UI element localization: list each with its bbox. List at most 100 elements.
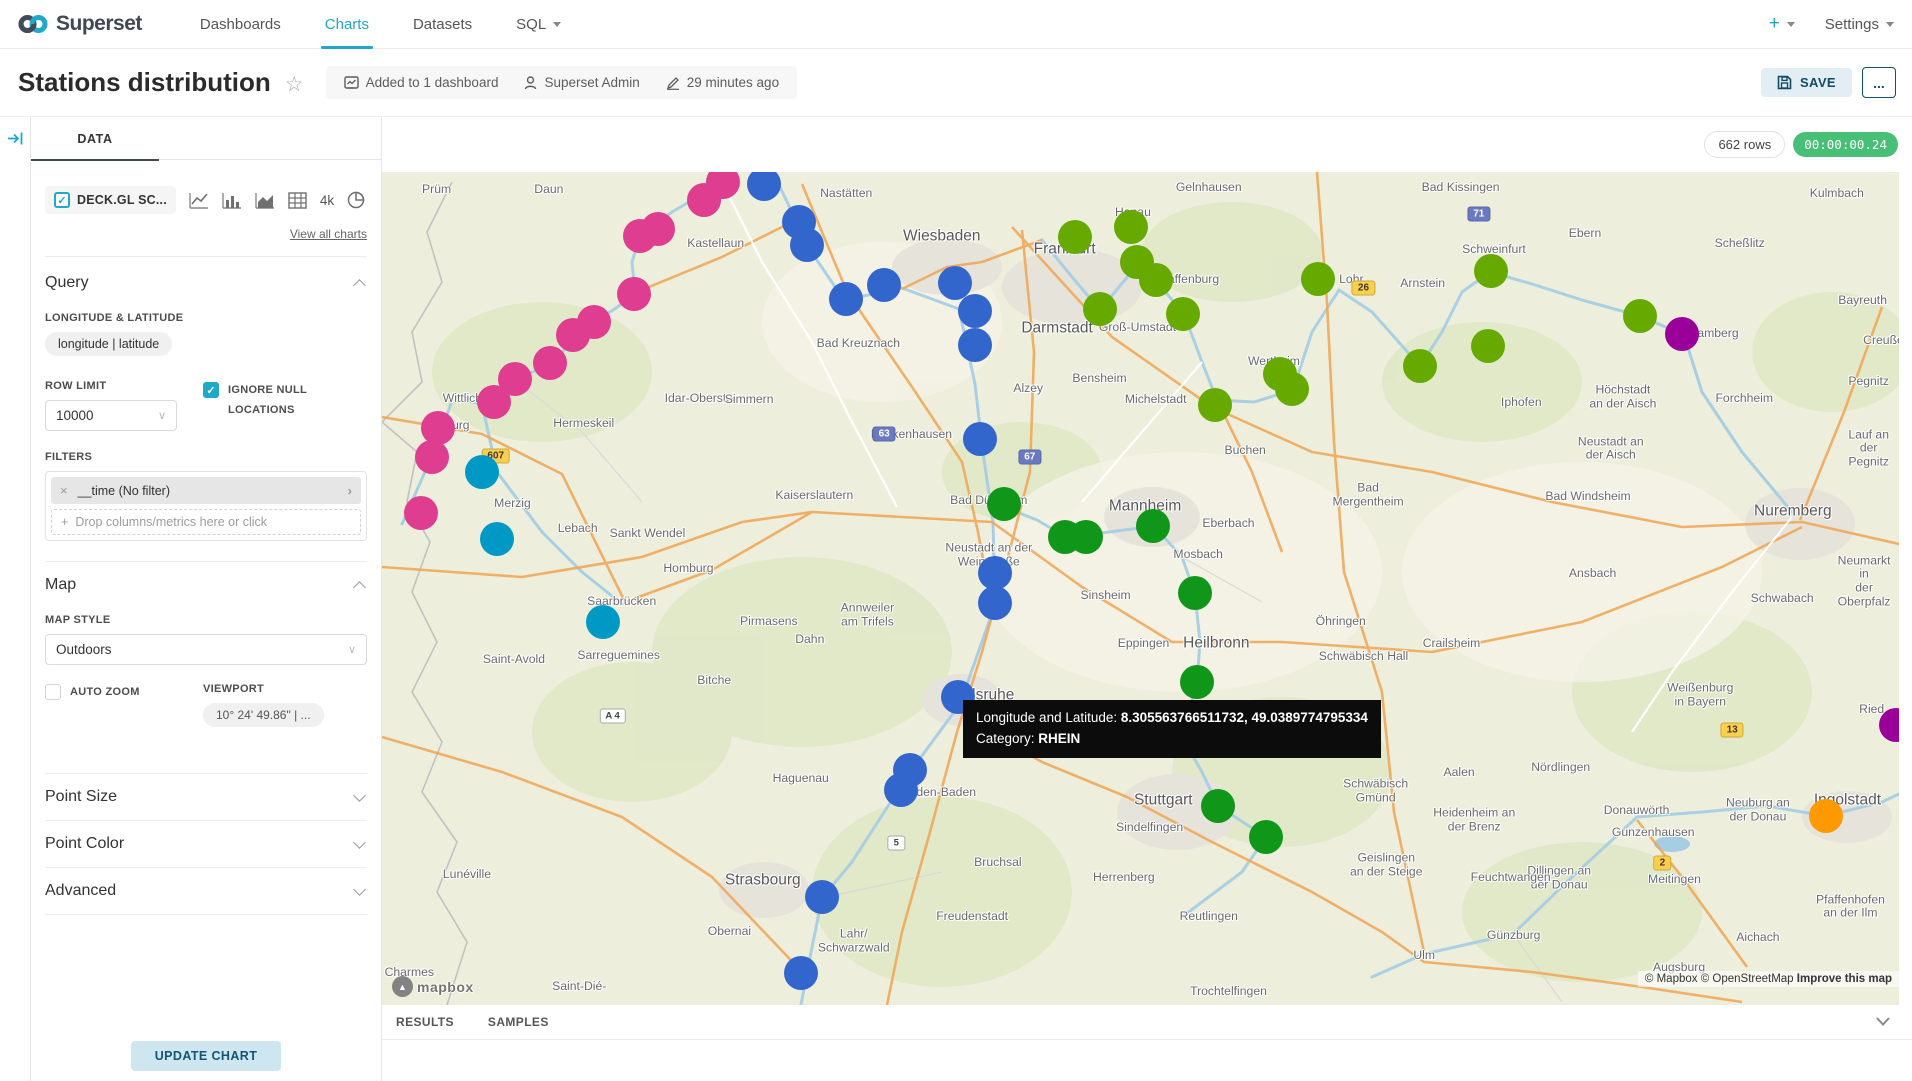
- tab-data[interactable]: DATA: [31, 117, 159, 160]
- station-point[interactable]: [415, 440, 449, 474]
- table-chart-icon[interactable]: [288, 192, 307, 209]
- nav-item-sql[interactable]: SQL: [494, 0, 583, 49]
- station-point[interactable]: [1474, 254, 1508, 288]
- section-title: Point Color: [45, 835, 124, 853]
- station-point[interactable]: [1301, 262, 1335, 296]
- station-point[interactable]: [1879, 708, 1899, 742]
- station-point[interactable]: [784, 956, 818, 990]
- station-point[interactable]: [805, 880, 839, 914]
- update-chart-button[interactable]: UPDATE CHART: [131, 1041, 281, 1071]
- station-point[interactable]: [1058, 220, 1092, 254]
- viz-4k-option[interactable]: 4k: [320, 193, 334, 208]
- lonlat-chip[interactable]: longitude | latitude: [45, 332, 172, 356]
- tab-samples[interactable]: SAMPLES: [488, 1015, 549, 1029]
- station-point[interactable]: [1139, 263, 1173, 297]
- station-point[interactable]: [1623, 299, 1657, 333]
- station-point[interactable]: [533, 346, 567, 380]
- area-chart-icon[interactable]: [255, 192, 275, 209]
- station-point[interactable]: [867, 268, 901, 302]
- expand-panel-icon[interactable]: [7, 131, 24, 146]
- station-point[interactable]: [1136, 509, 1170, 543]
- osm-attribution-link[interactable]: © OpenStreetMap: [1701, 973, 1794, 985]
- nav-item-charts[interactable]: Charts: [303, 0, 391, 49]
- ignore-null-checkbox[interactable]: [203, 382, 219, 398]
- improve-map-link[interactable]: Improve this map: [1797, 973, 1892, 985]
- row-limit-select[interactable]: 10000 ∨: [45, 400, 177, 431]
- results-pane: RESULTS SAMPLES: [382, 1005, 1912, 1040]
- station-point[interactable]: [1180, 665, 1214, 699]
- pie-chart-icon[interactable]: [347, 191, 365, 209]
- map-style-select[interactable]: Outdoors ∨: [45, 634, 367, 665]
- station-point[interactable]: [884, 773, 918, 807]
- station-point[interactable]: [958, 328, 992, 362]
- nav-item-datasets[interactable]: Datasets: [391, 0, 494, 49]
- collapse-rail: [0, 117, 31, 1081]
- station-point[interactable]: [404, 496, 438, 530]
- tab-results[interactable]: RESULTS: [396, 1015, 454, 1029]
- chevron-down-icon: ∨: [348, 643, 356, 656]
- auto-zoom-checkbox[interactable]: [45, 684, 61, 700]
- filter-drop-zone[interactable]: + Drop columns/metrics here or click: [51, 509, 361, 535]
- station-point[interactable]: [963, 422, 997, 456]
- meta-item[interactable]: Added to 1 dashboard: [344, 75, 499, 90]
- viz-type-chip[interactable]: DECK.GL SC...: [45, 186, 176, 214]
- station-point[interactable]: [1166, 297, 1200, 331]
- new-button[interactable]: +: [1769, 13, 1795, 35]
- station-point[interactable]: [465, 455, 499, 489]
- station-point[interactable]: [586, 605, 620, 639]
- nav-item-dashboards[interactable]: Dashboards: [178, 0, 303, 49]
- station-point[interactable]: [1471, 329, 1505, 363]
- remove-filter-icon[interactable]: ×: [60, 483, 68, 498]
- superset-logo[interactable]: Superset: [18, 12, 142, 36]
- favorite-star-icon[interactable]: ☆: [285, 72, 304, 97]
- station-point[interactable]: [1178, 576, 1212, 610]
- station-point[interactable]: [687, 183, 721, 217]
- collapse-chevron-icon[interactable]: [353, 581, 366, 594]
- chevron-down-icon: [353, 789, 366, 802]
- chevron-down-icon: [353, 836, 366, 849]
- station-point[interactable]: [1201, 789, 1235, 823]
- station-point[interactable]: [829, 282, 863, 316]
- station-point[interactable]: [1069, 520, 1103, 554]
- section-point-size[interactable]: Point Size: [45, 773, 367, 820]
- settings-menu[interactable]: Settings: [1825, 16, 1894, 33]
- station-point[interactable]: [623, 219, 657, 253]
- save-button[interactable]: SAVE: [1761, 68, 1852, 97]
- line-chart-icon[interactable]: [189, 192, 209, 209]
- query-timer-badge: 00:00:00.24: [1793, 132, 1898, 157]
- station-point[interactable]: [480, 522, 514, 556]
- meta-item[interactable]: Superset Admin: [524, 75, 639, 90]
- map-tooltip: Longitude and Latitude: 8.30556376651173…: [963, 700, 1381, 758]
- station-point[interactable]: [978, 556, 1012, 590]
- viewport-chip[interactable]: 10° 24' 49.86" | ...: [203, 703, 324, 727]
- station-point[interactable]: [617, 277, 651, 311]
- station-point[interactable]: [1198, 388, 1232, 422]
- mapbox-attribution-link[interactable]: © Mapbox: [1645, 973, 1698, 985]
- bar-chart-icon[interactable]: [222, 192, 242, 209]
- station-point[interactable]: [790, 228, 824, 262]
- filter-label: __time (No filter): [78, 484, 348, 498]
- station-point[interactable]: [987, 487, 1021, 521]
- deckgl-map[interactable]: PrümDaunNastättenGelnhausenBad Kissingen…: [382, 172, 1899, 1005]
- time-filter-chip[interactable]: × __time (No filter) ›: [51, 477, 361, 504]
- view-all-charts-link[interactable]: View all charts: [45, 227, 367, 241]
- station-point[interactable]: [978, 586, 1012, 620]
- collapse-chevron-icon[interactable]: [353, 279, 366, 292]
- collapse-results-icon[interactable]: [1876, 1013, 1890, 1031]
- mapbox-logo[interactable]: ▲ mapbox: [392, 976, 474, 997]
- station-point[interactable]: [1275, 372, 1309, 406]
- station-point[interactable]: [1403, 349, 1437, 383]
- station-point[interactable]: [556, 318, 590, 352]
- station-point[interactable]: [1665, 317, 1699, 351]
- station-point[interactable]: [747, 172, 781, 201]
- section-advanced[interactable]: Advanced: [45, 867, 367, 914]
- station-point[interactable]: [1083, 292, 1117, 326]
- station-point[interactable]: [1809, 799, 1843, 833]
- station-point[interactable]: [1114, 210, 1148, 244]
- station-point[interactable]: [1249, 820, 1283, 854]
- meta-item[interactable]: 29 minutes ago: [666, 75, 779, 90]
- station-point[interactable]: [477, 385, 511, 419]
- section-point-color[interactable]: Point Color: [45, 820, 367, 867]
- more-options-button[interactable]: ...: [1862, 67, 1896, 98]
- station-point[interactable]: [958, 294, 992, 328]
